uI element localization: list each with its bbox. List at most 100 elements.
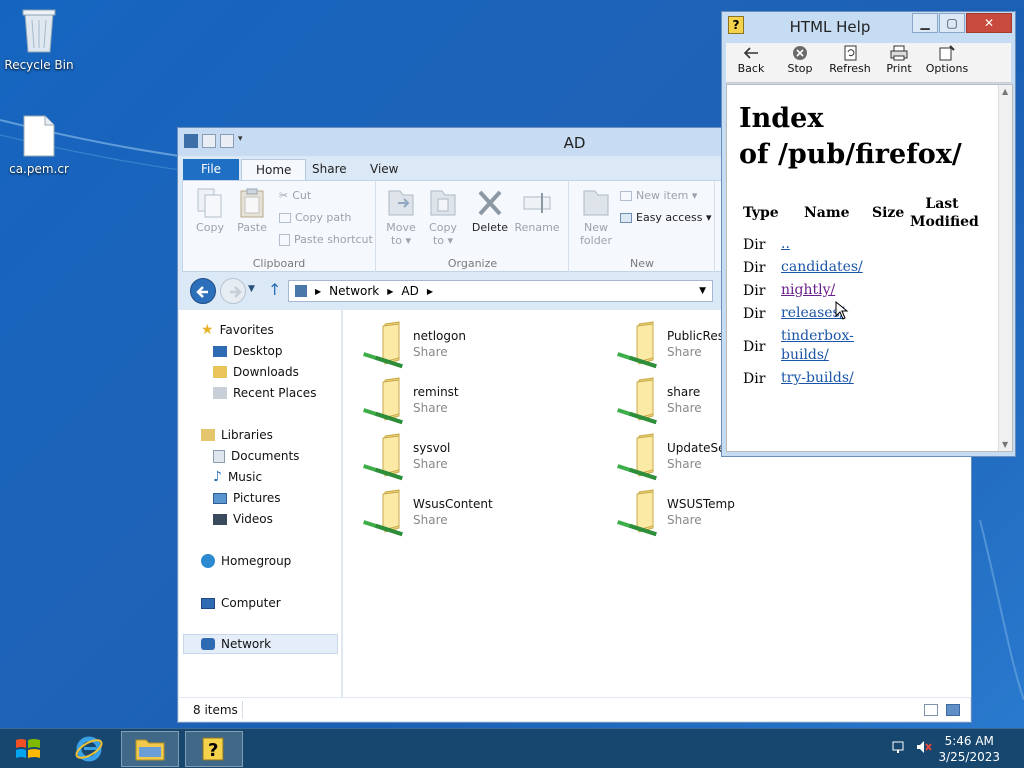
clipboard-group: Copy Paste ✂ Cut Copy path Paste shortcut… [183,181,376,273]
help-options-button[interactable]: Options [924,45,970,75]
share-item[interactable]: netlogon Share [343,314,573,370]
nav-documents[interactable]: Documents [213,446,299,466]
nav-downloads[interactable]: Downloads [213,362,299,382]
forward-button[interactable] [220,278,246,304]
vertical-scrollbar[interactable]: ▲ ▼ [998,85,1012,451]
paste-button[interactable]: Paste [233,187,271,234]
row-type: Dir [743,283,766,299]
pictures-icon [213,492,227,504]
share-item[interactable]: WsusContent Share [343,482,573,538]
start-button[interactable] [0,731,56,767]
nav-computer[interactable]: Computer [201,593,281,613]
move-to-button[interactable]: Move to ▾ [381,187,421,247]
breadcrumb-network[interactable]: Network [329,284,379,298]
nav-desktop[interactable]: Desktop [213,341,283,361]
help-icon: ? [202,737,224,761]
scroll-down-icon[interactable]: ▼ [1002,440,1008,449]
new-group-label: New [630,257,654,270]
nav-recent-places[interactable]: Recent Places [213,383,316,403]
shared-folder-icon [617,489,657,537]
nav-pictures[interactable]: Pictures [213,488,281,508]
help-refresh-button[interactable]: Refresh [827,45,873,75]
link-tinderbox-builds[interactable]: tinderbox- builds/ [781,327,854,365]
clock[interactable]: 5:46 AM 3/25/2023 [938,733,1000,765]
new-folder-button[interactable]: New folder [576,187,616,247]
help-content-pane: Index of /pub/firefox/ Type Name Size La… [726,84,1013,452]
options-icon [939,45,955,61]
help-print-button[interactable]: Print [876,45,922,75]
maximize-button[interactable]: ▢ [939,13,965,33]
easy-access-button[interactable]: Easy access ▾ [620,211,712,224]
share-item[interactable]: sysvol Share [343,426,573,482]
delete-icon [478,190,502,216]
cut-button[interactable]: ✂ Cut [279,189,311,202]
address-dropdown-icon[interactable]: ▼ [699,286,706,296]
tab-home[interactable]: Home [241,159,307,180]
close-button[interactable]: ✕ [966,13,1012,33]
volume-muted-icon[interactable] [915,739,933,758]
shared-folder-icon [363,321,403,369]
nav-network[interactable]: Network [183,634,338,654]
tab-file[interactable]: File [183,159,239,180]
internet-explorer-icon [75,736,103,762]
copy-to-button[interactable]: Copy to ▾ [423,187,463,247]
page-heading: Index of /pub/firefox/ [739,103,962,170]
copy-path-button[interactable]: Copy path [279,211,351,224]
shared-folder-icon [363,489,403,537]
recycle-bin-desktop-icon[interactable]: Recycle Bin [0,6,78,72]
ca-pem-desktop-icon[interactable]: ca.pem.cr [0,114,78,176]
organize-group: Move to ▾ Copy to ▾ Delete Rename Organi… [377,181,569,273]
nav-libraries[interactable]: Libraries [201,425,273,445]
network-icon [295,285,307,297]
copy-button[interactable]: Copy [191,187,229,234]
help-stop-button[interactable]: Stop [777,45,823,75]
html-help-window[interactable]: ? HTML Help ▁ ▢ ✕ Back Stop Refresh Prin… [721,11,1016,457]
nav-music[interactable]: ♪ Music [213,467,262,487]
arrow-right-icon [230,286,242,298]
shared-folder-icon [617,321,657,369]
column-header-name: Name [804,205,850,221]
minimize-button[interactable]: ▁ [912,13,938,33]
back-button[interactable] [190,278,216,304]
html-help-taskbar-button[interactable]: ? [185,731,243,767]
share-item[interactable]: reminst Share [343,370,573,426]
rename-button[interactable]: Rename [513,187,561,234]
recycle-bin-label: Recycle Bin [4,58,74,72]
breadcrumb-ad[interactable]: AD [401,284,418,298]
column-header-last-modified: Last Modified [910,196,979,230]
link-try-builds[interactable]: try-builds/ [781,369,854,388]
address-box[interactable]: ▶ Network ▶ AD ▶ ▼ [288,280,713,302]
new-item-button[interactable]: New item ▾ [620,189,697,202]
clock-time: 5:46 AM [944,734,994,748]
network-tray-icon[interactable] [891,739,907,758]
nav-homegroup[interactable]: Homegroup [201,551,291,571]
nav-videos[interactable]: Videos [213,509,273,529]
music-icon: ♪ [213,469,222,485]
scroll-up-icon[interactable]: ▲ [1002,87,1008,96]
recent-locations-icon[interactable]: ▼ [248,284,255,294]
link-parent-directory[interactable]: .. [781,235,790,254]
large-icons-view-icon[interactable] [946,704,960,716]
file-explorer-taskbar-button[interactable] [121,731,179,767]
delete-button[interactable]: Delete [469,187,511,234]
recycle-bin-icon [22,9,56,53]
videos-icon [213,513,227,525]
libraries-icon [201,429,215,441]
up-arrow-icon[interactable]: ↑ [268,280,281,299]
paste-shortcut-button[interactable]: Paste shortcut [279,233,373,246]
help-back-button[interactable]: Back [728,45,774,75]
link-nightly[interactable]: nightly/ [781,281,835,300]
internet-explorer-taskbar-button[interactable] [62,731,116,767]
tab-share[interactable]: Share [298,159,361,180]
tab-view[interactable]: View [356,159,412,180]
scissors-icon: ✂ [279,189,289,202]
svg-text:?: ? [208,740,218,761]
help-window-title: HTML Help [789,18,871,36]
nav-favorites[interactable]: ★ Favorites [201,320,274,340]
rename-icon [523,193,551,213]
back-arrow-icon [743,47,758,59]
share-item[interactable]: WSUSTemp Share [597,482,827,538]
move-to-icon [388,190,414,216]
details-view-icon[interactable] [924,704,938,716]
link-candidates[interactable]: candidates/ [781,258,863,277]
